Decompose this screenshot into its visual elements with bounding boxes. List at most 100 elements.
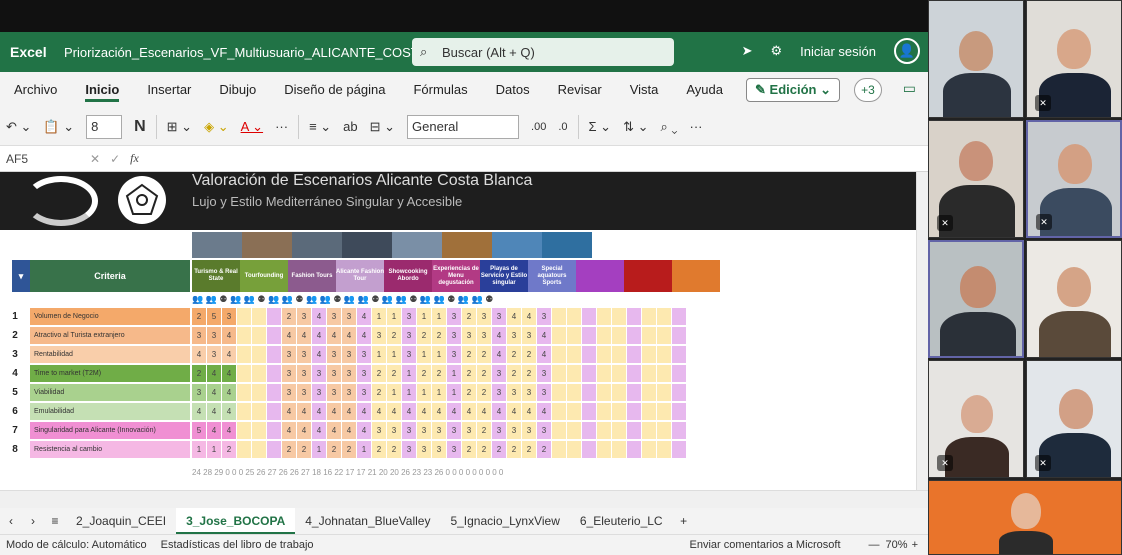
criteria-label[interactable]: Emulabilidad — [30, 403, 190, 420]
score-cell[interactable]: 2 — [507, 365, 522, 382]
score-cell[interactable]: 3 — [402, 346, 417, 363]
score-cell[interactable] — [642, 403, 657, 420]
score-cell[interactable]: 3 — [492, 384, 507, 401]
score-cell[interactable]: 3 — [492, 422, 507, 439]
score-cell[interactable] — [627, 327, 642, 344]
tab-revisar[interactable]: Revisar — [544, 72, 616, 108]
criteria-label[interactable]: Singularidad para Alicante (Innovación) — [30, 422, 190, 439]
score-cell[interactable]: 3 — [282, 384, 297, 401]
score-cell[interactable] — [597, 441, 612, 458]
more-icon[interactable]: ··· — [269, 119, 294, 134]
score-cell[interactable]: 4 — [462, 403, 477, 420]
score-cell[interactable]: 1 — [417, 384, 432, 401]
score-cell[interactable]: 5 — [207, 308, 222, 325]
score-cell[interactable]: 1 — [372, 308, 387, 325]
score-cell[interactable]: 3 — [402, 441, 417, 458]
score-cell[interactable]: 2 — [462, 346, 477, 363]
number-format-select[interactable]: General — [407, 114, 520, 139]
tab-formulas[interactable]: Fórmulas — [399, 72, 481, 108]
score-cell[interactable] — [252, 346, 267, 363]
score-cell[interactable]: 2 — [417, 365, 432, 382]
score-cell[interactable]: 3 — [507, 384, 522, 401]
score-cell[interactable]: 4 — [342, 422, 357, 439]
confirm-icon[interactable]: ✓ — [110, 152, 120, 166]
score-cell[interactable] — [567, 422, 582, 439]
score-cell[interactable] — [552, 422, 567, 439]
score-cell[interactable] — [252, 384, 267, 401]
fill-color-icon[interactable]: ◈ ⌄ — [198, 119, 235, 135]
score-cell[interactable] — [597, 384, 612, 401]
score-cell[interactable] — [657, 384, 672, 401]
score-cell[interactable]: 3 — [297, 308, 312, 325]
score-cell[interactable]: 2 — [372, 365, 387, 382]
score-cell[interactable]: 4 — [312, 403, 327, 420]
score-cell[interactable] — [267, 422, 282, 439]
tab-inicio[interactable]: Inicio — [71, 72, 133, 108]
score-cell[interactable] — [267, 441, 282, 458]
score-cell[interactable]: 4 — [222, 384, 237, 401]
score-cell[interactable]: 4 — [327, 327, 342, 344]
score-cell[interactable]: 2 — [462, 384, 477, 401]
score-cell[interactable]: 3 — [522, 327, 537, 344]
score-cell[interactable] — [642, 365, 657, 382]
score-cell[interactable]: 4 — [387, 403, 402, 420]
score-cell[interactable]: 4 — [312, 422, 327, 439]
score-cell[interactable] — [627, 365, 642, 382]
score-cell[interactable] — [627, 346, 642, 363]
score-cell[interactable]: 2 — [477, 441, 492, 458]
next-sheet-icon[interactable]: › — [22, 514, 44, 528]
score-cell[interactable] — [582, 384, 597, 401]
score-cell[interactable]: 3 — [192, 384, 207, 401]
font-color-icon[interactable]: A ⌄ — [235, 119, 269, 135]
score-cell[interactable]: 3 — [522, 422, 537, 439]
score-cell[interactable] — [552, 327, 567, 344]
score-cell[interactable]: 3 — [402, 308, 417, 325]
participant-tile[interactable]: ✕ — [928, 120, 1024, 238]
score-cell[interactable]: 3 — [312, 365, 327, 382]
score-cell[interactable]: 2 — [342, 441, 357, 458]
score-cell[interactable]: 4 — [192, 403, 207, 420]
score-cell[interactable] — [552, 308, 567, 325]
find-icon[interactable]: ⌕ ⌄ — [654, 119, 683, 135]
tab-ayuda[interactable]: Ayuda — [672, 72, 737, 108]
score-cell[interactable] — [252, 327, 267, 344]
criteria-label[interactable]: Resistencia al cambio — [30, 441, 190, 458]
score-cell[interactable] — [552, 365, 567, 382]
score-cell[interactable]: 2 — [477, 346, 492, 363]
score-cell[interactable]: 4 — [447, 403, 462, 420]
score-cell[interactable]: 3 — [327, 365, 342, 382]
score-cell[interactable]: 4 — [282, 327, 297, 344]
participant-tile-active[interactable] — [928, 240, 1024, 358]
score-cell[interactable]: 4 — [282, 403, 297, 420]
score-cell[interactable]: 4 — [222, 327, 237, 344]
score-cell[interactable]: 4 — [327, 422, 342, 439]
prev-sheet-icon[interactable]: ‹ — [0, 514, 22, 528]
score-cell[interactable] — [582, 308, 597, 325]
merge-icon[interactable]: ⊟ ⌄ — [364, 119, 401, 135]
score-cell[interactable] — [642, 384, 657, 401]
score-cell[interactable]: 3 — [357, 346, 372, 363]
score-cell[interactable]: 4 — [207, 384, 222, 401]
score-cell[interactable] — [267, 346, 282, 363]
score-cell[interactable]: 4 — [357, 327, 372, 344]
score-cell[interactable]: 3 — [327, 384, 342, 401]
score-cell[interactable]: 2 — [462, 308, 477, 325]
score-cell[interactable] — [612, 441, 627, 458]
score-cell[interactable]: 3 — [282, 346, 297, 363]
score-cell[interactable] — [552, 403, 567, 420]
score-cell[interactable] — [612, 327, 627, 344]
undo-icon[interactable]: ↶ ⌄ — [0, 119, 37, 135]
score-cell[interactable]: 2 — [507, 346, 522, 363]
score-cell[interactable]: 2 — [462, 441, 477, 458]
score-cell[interactable]: 3 — [537, 422, 552, 439]
score-cell[interactable]: 3 — [357, 365, 372, 382]
score-cell[interactable]: 3 — [537, 308, 552, 325]
score-cell[interactable]: 3 — [447, 327, 462, 344]
comment-icon[interactable]: ▭ — [903, 80, 916, 97]
score-cell[interactable] — [627, 308, 642, 325]
score-cell[interactable] — [597, 308, 612, 325]
score-cell[interactable] — [627, 441, 642, 458]
score-cell[interactable]: 3 — [342, 308, 357, 325]
score-cell[interactable]: 2 — [372, 384, 387, 401]
font-size-select[interactable]: 8 — [86, 114, 123, 139]
